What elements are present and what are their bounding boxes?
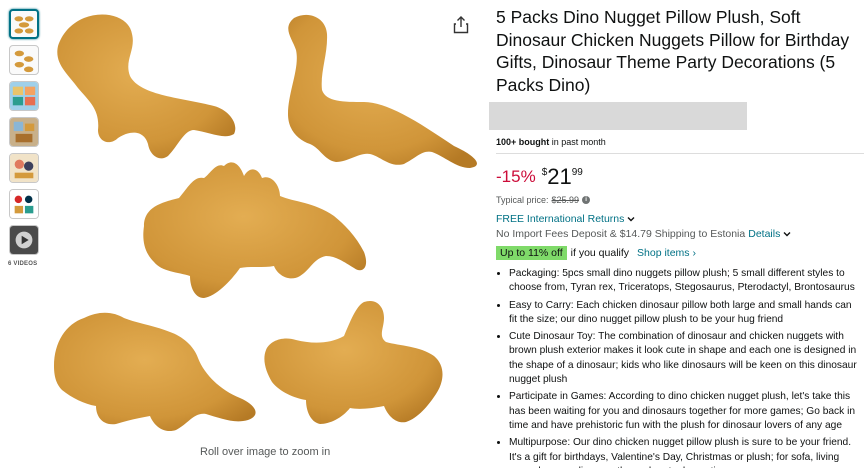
typical-price-value: $25.99 [551, 195, 580, 205]
import-fees-row: No Import Fees Deposit & $14.79 Shipping… [496, 228, 858, 240]
deal-row: Up to 11% off if you qualify Shop items … [496, 246, 858, 260]
bought-bold: 100+ bought [496, 137, 550, 147]
main-product-image[interactable] [44, 6, 480, 442]
bought-count: 100+ bought in past month [496, 137, 858, 147]
import-fees-text: No Import Fees Deposit & $14.79 Shipping… [496, 228, 746, 240]
videos-count-label: 6 VIDEOS [8, 261, 38, 267]
price-fraction: 99 [571, 167, 583, 178]
deal-qualify-text: if you qualify [570, 247, 630, 259]
free-returns-label[interactable]: FREE International Returns [496, 213, 624, 225]
thumbnail-2[interactable] [9, 45, 39, 75]
nugget-pterodactyl [264, 300, 443, 424]
bought-rest: in past month [549, 137, 606, 147]
product-title: 5 Packs Dino Nugget Pillow Plush, Soft D… [496, 7, 850, 95]
thumbnail-3[interactable] [9, 81, 39, 111]
redacted-block [489, 102, 747, 130]
details-link[interactable]: Details [748, 228, 780, 240]
share-icon[interactable] [453, 16, 469, 34]
thumbnail-6[interactable] [9, 189, 39, 219]
info-icon[interactable]: i [582, 196, 591, 204]
discount-percent: -15% [496, 167, 536, 186]
price-whole: 21 [547, 164, 572, 189]
typical-price-label: Typical price: [496, 195, 549, 205]
chevron-down-icon[interactable] [783, 230, 791, 238]
feature-bullets: Packaging: 5pcs small dino nuggets pillo… [496, 267, 858, 468]
feature-bullet: Participate in Games: According to dino … [509, 390, 858, 433]
price-row: -15% $ 21 99 [496, 166, 858, 192]
zoom-hint: Roll over image to zoom in [200, 446, 331, 458]
deal-badge[interactable]: Up to 11% off [496, 246, 567, 260]
feature-bullet: Multipurpose: Our dino chicken nugget pi… [509, 436, 858, 468]
shop-items-link[interactable]: Shop items › [637, 247, 696, 259]
thumbnail-strip: 6 VIDEOS [8, 9, 41, 267]
feature-bullet: Cute Dinosaur Toy: The combination of di… [509, 330, 858, 387]
divider [496, 153, 864, 154]
chevron-down-icon[interactable] [627, 215, 635, 223]
thumbnail-1[interactable] [9, 9, 39, 39]
nugget-triceratops [54, 312, 256, 432]
thumbnail-5[interactable] [9, 153, 39, 183]
nugget-brontosaurus [288, 14, 477, 169]
thumbnail-video[interactable] [9, 225, 39, 255]
free-returns-link[interactable]: FREE International Returns [496, 213, 858, 225]
feature-bullet: Packaging: 5pcs small dino nuggets pillo… [509, 267, 858, 296]
feature-bullet: Easy to Carry: Each chicken dinosaur pil… [509, 299, 858, 328]
typical-price-row: Typical price: $25.99 i [496, 195, 858, 205]
nugget-trex [57, 14, 236, 159]
thumbnail-4[interactable] [9, 117, 39, 147]
product-info: 5 Packs Dino Nugget Pillow Plush, Soft D… [489, 6, 864, 468]
nugget-stegosaurus [143, 162, 367, 298]
